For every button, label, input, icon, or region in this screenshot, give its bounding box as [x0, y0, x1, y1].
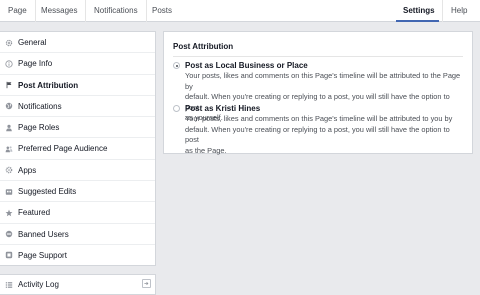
sidebar-item-label: Post Attribution: [18, 80, 79, 90]
sidebar-item-label: Banned Users: [18, 229, 69, 239]
sidebar-item-banned-users[interactable]: Banned Users: [0, 224, 155, 245]
support-icon: [5, 252, 13, 259]
banned-icon: [5, 230, 13, 238]
tab-posts[interactable]: Posts: [144, 0, 180, 22]
sidebar-item-label: Suggested Edits: [18, 187, 77, 197]
sidebar-item-label: Notifications: [18, 101, 62, 111]
active-tab-indicator: [396, 20, 439, 22]
radio-post-as-page[interactable]: [173, 62, 180, 69]
option-description-line: Your posts, likes and comments on this P…: [185, 114, 453, 123]
sidebar-item-page-info[interactable]: Page Info: [0, 53, 155, 75]
sidebar-item-page-roles[interactable]: Page Roles: [0, 117, 155, 139]
sidebar-item-notifications[interactable]: Notifications: [0, 96, 155, 118]
sidebar-item-preferred-page-audience[interactable]: Preferred Page Audience: [0, 138, 155, 160]
star-icon: [5, 209, 13, 217]
sidebar-item-label: Page Support: [18, 250, 67, 260]
settings-sidebar: General Page Info Post Attribution Notif…: [0, 31, 156, 266]
radio-post-as-user[interactable]: [173, 105, 180, 112]
sidebar-item-page-support[interactable]: Page Support: [0, 245, 155, 266]
sidebar-item-label: General: [18, 38, 47, 47]
sidebar-item-featured[interactable]: Featured: [0, 202, 155, 224]
option-label: Post as Local Business or Place: [185, 61, 308, 70]
flag-icon: [6, 81, 12, 89]
panel-title: Post Attribution: [173, 42, 234, 51]
sidebar-item-label: Page Roles: [18, 123, 60, 133]
sidebar-item-label: Preferred Page Audience: [18, 144, 108, 154]
divider: [173, 56, 463, 57]
gear-icon: [5, 39, 13, 46]
option-description-line: as the Page.: [185, 145, 227, 155]
info-icon: [5, 60, 13, 68]
tab-page[interactable]: Page: [0, 0, 36, 22]
sidebar-item-post-attribution[interactable]: Post Attribution: [0, 75, 155, 96]
sidebar-item-label: Featured: [18, 208, 51, 218]
list-icon: [5, 281, 13, 288]
option-description-line: default. When you're creating or replyin…: [185, 124, 450, 145]
option-post-as-user[interactable]: Post as Kristi Hines Your posts, likes a…: [173, 104, 463, 156]
sidebar-item-general[interactable]: General: [0, 32, 155, 54]
help-label: Help: [451, 6, 468, 15]
option-label: Post as Kristi Hines: [185, 104, 261, 113]
audience-icon: [5, 146, 13, 153]
sidebar-item-apps[interactable]: Apps: [0, 160, 155, 182]
edit-icon: [5, 188, 13, 195]
option-description-line: Your posts, likes and comments on this P…: [185, 71, 461, 91]
person-icon: [6, 124, 12, 131]
sidebar-item-label: Apps: [18, 165, 37, 175]
tab-notifications[interactable]: Notifications: [86, 0, 147, 22]
apps-icon: [5, 167, 13, 174]
tab-settings[interactable]: Settings: [395, 0, 443, 22]
globe-icon: [5, 103, 13, 110]
sidebar-item-label: Page Info: [18, 59, 53, 69]
top-navigation: Page Messages Notifications Posts Settin…: [0, 0, 480, 35]
post-attribution-panel: Post Attribution Post as Local Business …: [163, 31, 473, 156]
tab-messages[interactable]: Messages: [33, 0, 87, 22]
help-menu[interactable]: Help: [442, 0, 480, 35]
activity-log-label: Activity Log: [18, 280, 59, 289]
sidebar-item-suggested-edits[interactable]: Suggested Edits: [0, 181, 155, 203]
activity-log-link[interactable]: Activity Log: [0, 274, 156, 295]
open-arrow-icon: [142, 279, 151, 288]
